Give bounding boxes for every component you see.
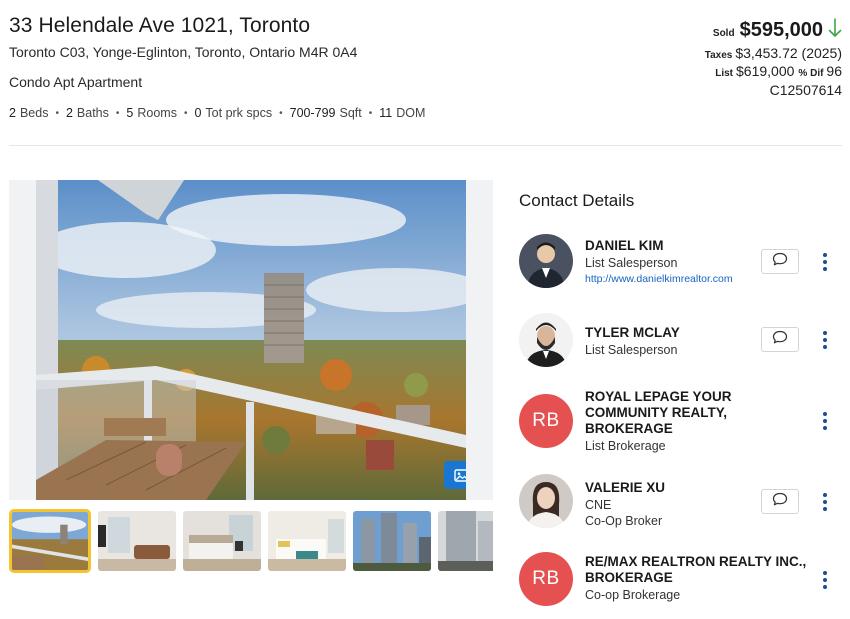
contact-card: DANIEL KIM List Salesperson http://www.d… (519, 233, 842, 289)
sold-price: $595,000 (739, 19, 823, 41)
fact-dom: 11 DOM (379, 106, 426, 120)
fact-separator: • (279, 107, 283, 119)
list-label: List (715, 68, 734, 79)
contact-name: RE/MAX REALTRON REALTY INC., BROKERAGE (585, 554, 807, 585)
contact-website-link[interactable]: http://www.danielkimrealtor.com (585, 272, 805, 286)
taxes-line: Taxes $3,453.72 (2025) (622, 45, 842, 61)
taxes-value: $3,453.72 (2025) (735, 45, 842, 61)
more-options-icon[interactable] (821, 331, 829, 349)
chat-bubble-icon (772, 492, 788, 511)
list-price: $619,000 (736, 63, 795, 79)
contact-card: TYLER MCLAY List Salesperson (519, 312, 842, 368)
thumbnail-bedroom-2[interactable] (268, 511, 346, 571)
property-type: Condo Apt Apartment (9, 74, 143, 90)
taxes-label: Taxes (704, 50, 733, 61)
fact-separator: • (368, 107, 373, 119)
contact-role: Co-Op Broker (585, 514, 663, 528)
chat-bubble-icon (772, 330, 788, 349)
chat-button[interactable] (761, 249, 799, 274)
thumbnail-balcony-view[interactable] (9, 509, 91, 573)
contact-card: RB ROYAL LEPAGE YOUR COMMUNITY REALTY, B… (519, 389, 842, 453)
contact-info: RE/MAX REALTRON REALTY INC., BROKERAGE C… (585, 554, 815, 603)
avatar (519, 474, 573, 528)
chat-bubble-icon (772, 252, 788, 271)
listing-title: 33 Helendale Ave 1021, Toronto (9, 14, 311, 37)
listing-address: Toronto C03, Yonge-Eglinton, Toronto, On… (9, 44, 358, 60)
fact-separator: • (55, 107, 59, 119)
key-facts: 2 Beds • 2 Baths • 5 Rooms • 0 Tot prk spcs … (9, 106, 425, 120)
more-options-icon[interactable] (821, 571, 829, 589)
more-options-icon[interactable] (821, 253, 829, 271)
fact-rooms: 5 Rooms (126, 106, 177, 120)
contact-details-title: Contact Details (519, 191, 635, 210)
avatar (519, 234, 573, 288)
contact-card: VALERIE XU CNE Co-Op Broker (519, 474, 842, 530)
fact-separator: • (115, 107, 120, 119)
more-options-icon[interactable] (821, 412, 829, 430)
thumbnail-exterior[interactable] (438, 511, 493, 571)
chat-button[interactable] (761, 327, 799, 352)
arrow-down-icon (828, 18, 842, 38)
photo-count-button[interactable]: 35 (444, 461, 466, 489)
fact-parking: 0 Tot prk spcs (194, 106, 273, 120)
image-icon (454, 468, 466, 482)
sold-label: Sold (712, 28, 735, 39)
fact-beds: 2 Beds (9, 106, 49, 120)
contact-role: Co-op Brokerage (585, 588, 681, 602)
fact-baths: 2 Baths (65, 106, 109, 120)
header-divider (9, 145, 842, 146)
photo-gallery: 35 (9, 180, 493, 500)
price-summary: Sold $595,000 Taxes $3,453.72 (2025) List… (622, 16, 842, 98)
list-price-line: List $619,000% Dif 96 (622, 63, 842, 79)
avatar (519, 313, 573, 367)
contact-role: List Brokerage (585, 439, 666, 453)
avatar-initials: RB (519, 552, 573, 606)
contact-card: RB RE/MAX REALTRON REALTY INC., BROKERAG… (519, 552, 842, 610)
thumbnail-bedroom[interactable] (183, 511, 261, 571)
mls-number: C12507614 (769, 82, 842, 98)
more-options-icon[interactable] (821, 493, 829, 511)
contact-name: ROYAL LEPAGE YOUR COMMUNITY REALTY, BROK… (585, 389, 732, 436)
contact-info: ROYAL LEPAGE YOUR COMMUNITY REALTY, BROK… (585, 389, 755, 454)
thumbnail-living-room[interactable] (98, 511, 176, 571)
fact-separator: • (183, 107, 188, 119)
dif-label: % Dif (798, 68, 824, 79)
fact-sqft: 700-799 Sqft (289, 106, 362, 120)
main-photo[interactable]: 35 (36, 180, 466, 500)
thumbnail-strip (9, 509, 493, 573)
chat-button[interactable] (761, 489, 799, 514)
dif-value: 96 (826, 63, 842, 79)
thumbnail-towers[interactable] (353, 511, 431, 571)
avatar-initials: RB (519, 394, 573, 448)
